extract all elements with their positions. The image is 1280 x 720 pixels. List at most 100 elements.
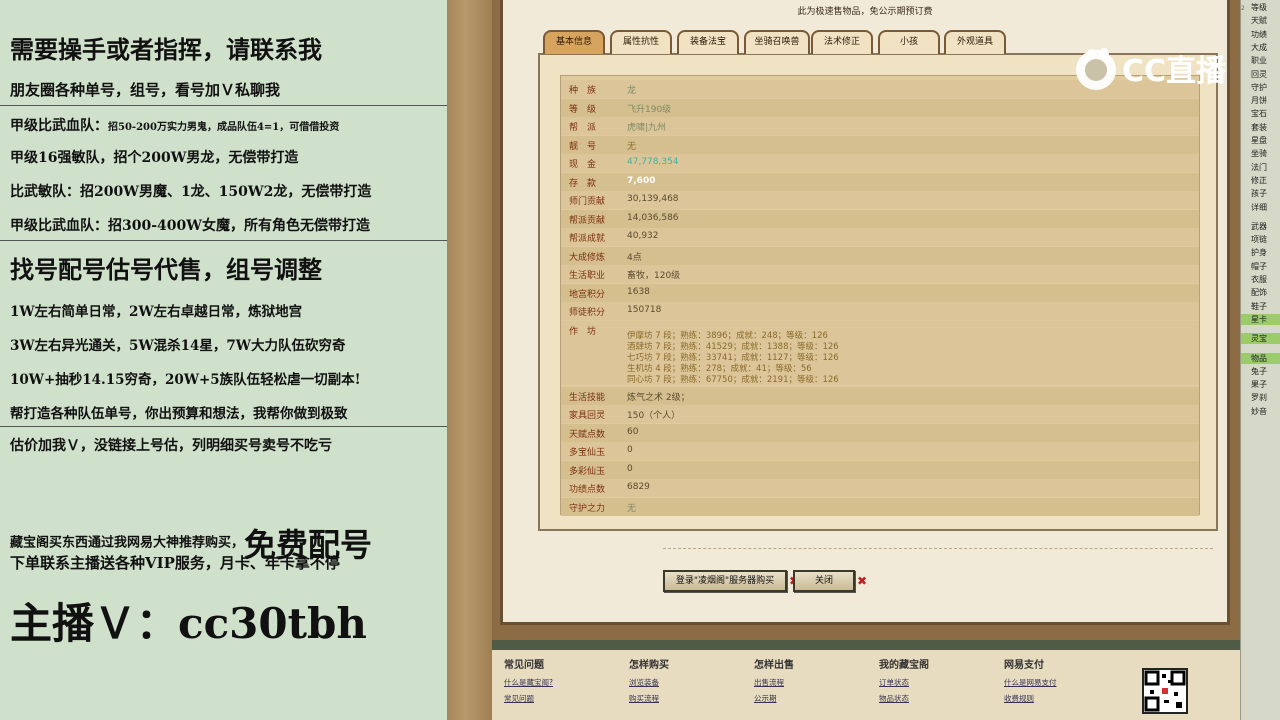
side-list-item[interactable]: 罗刹 [1241, 392, 1280, 403]
info-row: 天赋点数 60 [561, 423, 1199, 442]
tab-1[interactable]: 属性抗性 [610, 30, 672, 54]
side-list-label: 法门 [1251, 162, 1267, 172]
side-list-item[interactable]: 法门 [1241, 162, 1280, 173]
side-list-item[interactable]: 妙音 [1241, 406, 1280, 417]
right-side-list: 2 等级天赋功绩大成职业回灵守护月饼宝石套装星盘坐骑法门修正孩子详细武器项链护身帽… [1240, 0, 1280, 720]
side-list-item[interactable]: 大成 [1241, 42, 1280, 53]
side-list-item[interactable]: 星卡 [1241, 313, 1280, 325]
side-list-item[interactable]: 宝石 [1241, 108, 1280, 119]
footer-link[interactable]: 订单状态 [879, 677, 929, 688]
side-list-item[interactable]: 守护 [1241, 82, 1280, 93]
info-value: 无 [627, 141, 637, 152]
footer-link[interactable]: 购买流程 [629, 693, 669, 704]
footer-column: 常见问题 什么是藏宝阁? 常见问题 [504, 656, 553, 709]
info-value: 0 [627, 445, 633, 455]
info-row: 帮 派 虎啸|九州 [561, 117, 1199, 135]
tab-4[interactable]: 法术修正 [811, 30, 873, 54]
side-list-item[interactable]: 配饰 [1241, 287, 1280, 298]
promo-text: 比武敏队：招200W男魔、1龙、150W2龙，无偿带打造 [10, 184, 372, 200]
side-list-item[interactable]: 详细 [1241, 202, 1280, 213]
side-list-item[interactable]: 灵宝 [1241, 333, 1280, 345]
tab-2[interactable]: 装备法宝 [677, 30, 739, 54]
side-list-item[interactable]: 职业 [1241, 55, 1280, 66]
promo-text: 甲级16强敏队，招个200W男龙，无偿带打造 [10, 150, 299, 166]
footer-link[interactable]: 浏览装备 [629, 677, 669, 688]
side-list-label: 天赋 [1251, 16, 1267, 26]
side-list-label: 修正 [1251, 175, 1267, 185]
info-row: 帮派成就 40,932 [561, 228, 1199, 246]
info-value: 14,036,586 [627, 212, 679, 223]
promo-text: 甲级比武血队：招300-400W女魔，所有角色无偿带打造 [10, 218, 370, 234]
side-list-label: 项链 [1251, 235, 1267, 245]
promo-text: 朋友圈各种单号，组号，看号加Ｖ私聊我 [10, 81, 281, 99]
side-list-item[interactable]: 回灵 [1241, 69, 1280, 80]
side-list-item[interactable]: 套装 [1241, 122, 1280, 133]
side-list-item[interactable]: 功绩 [1241, 29, 1280, 40]
info-key: 生活技能 [569, 392, 606, 403]
footer-link[interactable]: 收费规则 [1004, 693, 1057, 704]
tab-0[interactable]: 基本信息 [543, 30, 605, 54]
promo-line-13: 下单联系主播送各种VIP服务，月卡、年卡拿不停 [10, 552, 340, 573]
side-list-item[interactable]: 衣服 [1241, 274, 1280, 285]
promo-suffix: 招50-200万实力男鬼，成品队伍4=1，可借借投资 [108, 122, 340, 133]
side-list-item[interactable]: 修正 [1241, 175, 1280, 186]
side-list-item[interactable]: 月饼 [1241, 95, 1280, 106]
promo-line-7: 1W左右简单日常，2W左右卓越日常，炼狱地宫 [10, 300, 302, 320]
tab-3[interactable]: 坐骑召唤兽 [744, 30, 810, 54]
info-key: 帮 派 [569, 123, 597, 133]
cc-live-logo: CC直播 [1068, 44, 1240, 96]
info-row: 多宝仙玉 0 [561, 442, 1199, 460]
info-row: 生活技能 炼气之术 2级； [561, 386, 1199, 405]
side-list-label: 罗刹 [1251, 393, 1267, 403]
side-list-item[interactable]: 2 等级 [1241, 2, 1280, 13]
footer-link[interactable]: 什么是网易支付 [1004, 677, 1057, 688]
promo-text: 藏宝阁买东西通过我网易大神推荐购买， [10, 535, 245, 551]
side-list-item[interactable]: 坐骑 [1241, 148, 1280, 159]
promo-line-10: 帮打造各种队伍单号，你出预算和想法，我帮你做到极致 [10, 402, 348, 422]
side-list-label: 鞋子 [1251, 301, 1267, 311]
side-list-label: 职业 [1251, 56, 1267, 66]
tab-5[interactable]: 小孩 [878, 30, 940, 54]
side-list-item[interactable]: 鞋子 [1241, 301, 1280, 312]
footer-link[interactable]: 什么是藏宝阁? [504, 677, 553, 688]
footer-link[interactable]: 常见问题 [504, 693, 553, 704]
side-list-item[interactable]: 帽子 [1241, 261, 1280, 272]
side-list-label: 孩子 [1251, 189, 1267, 199]
side-list-item[interactable]: 护身 [1241, 247, 1280, 258]
side-list-item[interactable]: 天赋 [1241, 15, 1280, 26]
close-button[interactable]: 关闭 [793, 570, 855, 592]
side-list-item[interactable]: 果子 [1241, 379, 1280, 390]
info-row: 存 款 7,600 [561, 172, 1199, 191]
tab-6[interactable]: 外观道具 [944, 30, 1006, 54]
footer-column: 怎样购买 浏览装备 购买流程 [629, 656, 669, 709]
buy-on-server-button[interactable]: 登录"凌烟阁"服务器购买 [663, 570, 787, 592]
side-list-label: 守护 [1251, 82, 1267, 92]
footer-link[interactable]: 出售流程 [754, 677, 794, 688]
side-list-number: 2 [1241, 5, 1245, 12]
footer-link[interactable]: 物品状态 [879, 693, 929, 704]
footer-heading: 我的藏宝阁 [879, 660, 929, 671]
promo-line-11: 估价加我Ｖ，没链接上号估，列明细买号卖号不吃亏 [10, 435, 332, 455]
close-x-icon-2[interactable]: ✖ [857, 574, 867, 588]
side-list-item[interactable]: 兔子 [1241, 366, 1280, 377]
footer-link[interactable]: 公示期 [754, 693, 794, 704]
info-value: 30,139,468 [627, 194, 679, 204]
info-value: 虎啸|九州 [627, 123, 667, 133]
side-list-item[interactable]: 孩子 [1241, 188, 1280, 199]
side-list-label: 武器 [1251, 221, 1267, 231]
side-list-label: 功绩 [1251, 29, 1267, 39]
info-row: 师徒积分 150718 [561, 302, 1199, 320]
info-row: 大成修炼 4点 [561, 246, 1199, 265]
side-list-item[interactable]: 武器 [1241, 221, 1280, 232]
side-list-item[interactable]: 项链 [1241, 234, 1280, 245]
side-list-item[interactable]: 星盘 [1241, 135, 1280, 146]
info-value: 4点 [627, 252, 642, 263]
promo-line-3: 甲级16强敏队，招个200W男龙，无偿带打造 [10, 147, 298, 167]
side-list-item[interactable]: 物品 [1241, 352, 1280, 364]
info-value: 150718 [627, 305, 662, 315]
side-list-label: 星卡 [1251, 314, 1267, 324]
side-list-label: 大成 [1251, 42, 1267, 52]
info-key: 功绩点数 [569, 485, 606, 495]
info-row: 功绩点数 6829 [561, 479, 1199, 497]
info-key: 作 坊 [569, 326, 597, 337]
